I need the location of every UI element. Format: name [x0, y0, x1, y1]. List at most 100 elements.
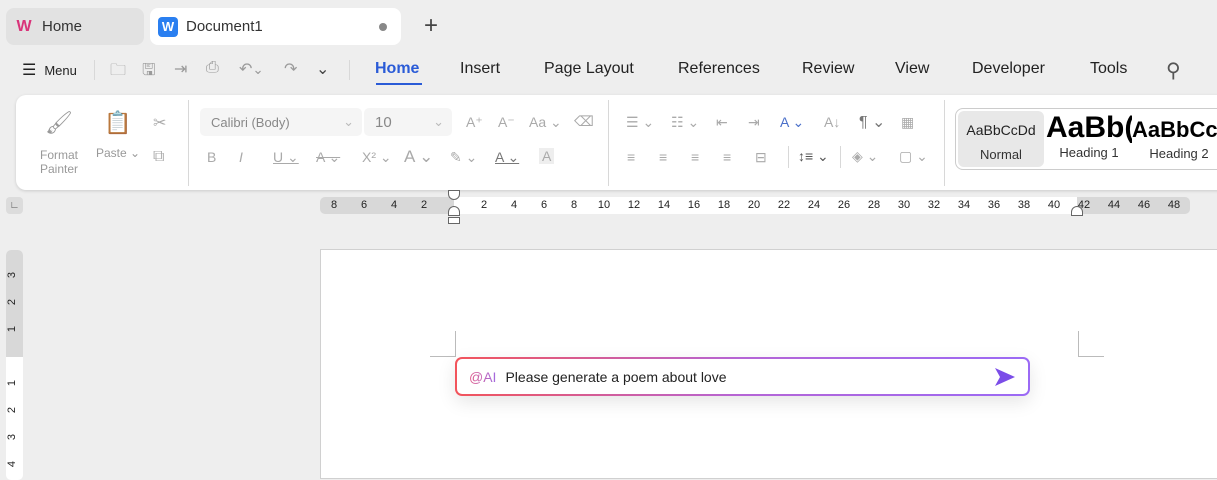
numbering-icon[interactable]: ☷ ⌄ — [671, 114, 699, 131]
copy-icon[interactable]: ⧉ — [153, 148, 164, 166]
tab-stop-selector[interactable]: ∟ — [6, 197, 23, 214]
sort-icon[interactable]: A↓ — [824, 114, 840, 130]
send-icon[interactable] — [994, 367, 1016, 387]
tab-document1[interactable]: W Document1 — [150, 8, 401, 45]
ruler-number: 48 — [1167, 199, 1181, 211]
paragraph-marks-icon[interactable]: ¶ ⌄ — [859, 112, 885, 132]
font-color-icon[interactable]: A ⌄ — [495, 149, 519, 166]
paste-icon: 📋 — [104, 110, 132, 135]
superscript-icon[interactable]: X² ⌄ — [362, 149, 392, 166]
font-name-select[interactable]: Calibri (Body) ⌄ — [200, 108, 362, 136]
strikethrough-icon[interactable]: A ⌄ — [316, 149, 340, 166]
highlight-icon[interactable]: ✎ ⌄ — [450, 149, 477, 166]
tab-developer[interactable]: Developer — [972, 60, 1045, 78]
ruler-number: 2 — [6, 298, 19, 306]
distributed-icon[interactable]: ⊟ — [755, 149, 767, 166]
ruler-number: 1 — [6, 325, 19, 333]
ruler-number: 12 — [627, 199, 641, 211]
clear-format-icon[interactable]: ⌫ — [574, 113, 594, 130]
line-spacing-icon[interactable]: ↕≡ ⌄ — [798, 148, 829, 165]
unsaved-indicator-icon — [379, 23, 387, 31]
tab-page-layout[interactable]: Page Layout — [544, 60, 634, 78]
ruler-number: 44 — [1107, 199, 1121, 211]
print-preview-icon[interactable]: ⎙ — [206, 59, 219, 77]
save-icon[interactable]: 🖫 — [142, 59, 156, 86]
underline-icon[interactable]: U ⌄ — [273, 149, 299, 166]
font-size-select[interactable]: 10 ⌄ — [364, 108, 452, 136]
indent-marker-handle[interactable] — [448, 190, 460, 226]
ruler-number: 4 — [510, 199, 518, 211]
new-tab-button[interactable]: + — [424, 12, 438, 40]
ruler-number: 30 — [897, 199, 911, 211]
decrease-indent-icon[interactable]: ⇤ — [716, 114, 728, 131]
export-pdf-icon[interactable]: ⇥ — [174, 59, 187, 79]
ruler-number: 18 — [717, 199, 731, 211]
styles-gallery: AaBbCcDd Normal AaBb( Heading 1 AaBbCc H… — [955, 108, 1217, 170]
ruler-number: 6 — [540, 199, 548, 211]
ruler-number: 1 — [6, 379, 19, 387]
tab-home[interactable]: W Home — [6, 8, 144, 45]
ruler-number: 46 — [1137, 199, 1151, 211]
ruler-number: 3 — [6, 433, 19, 441]
ruler-number: 2 — [6, 406, 19, 414]
customize-icon[interactable]: ⌄ — [316, 59, 329, 79]
italic-icon[interactable]: I — [239, 149, 243, 165]
shrink-font-icon[interactable]: A⁻ — [498, 114, 515, 131]
undo-icon[interactable]: ↶⌄ — [239, 59, 264, 79]
ruler-number: 3 — [6, 271, 19, 279]
ruler-number: 2 — [480, 199, 488, 211]
style-heading-2[interactable]: AaBbCc Heading 2 — [1132, 111, 1217, 167]
tab-tools[interactable]: Tools — [1090, 60, 1127, 78]
borders-icon[interactable]: ▢ ⌄ — [899, 148, 928, 165]
menu-button[interactable]: ☰ Menu — [22, 56, 77, 84]
menu-label: Menu — [44, 62, 77, 78]
redo-icon[interactable]: ↷ — [284, 59, 297, 79]
ruler-number: 4 — [390, 199, 398, 211]
paste-button[interactable]: 📋 Paste ⌄ — [95, 110, 141, 160]
wps-logo-icon: W — [16, 17, 32, 35]
search-icon[interactable]: ⚲ — [1166, 58, 1181, 83]
ruler-number: 32 — [927, 199, 941, 211]
tab-insert[interactable]: Insert — [460, 60, 500, 78]
tab-references[interactable]: References — [678, 60, 760, 78]
style-normal[interactable]: AaBbCcDd Normal — [958, 111, 1044, 167]
ai-prompt-box: @AI Please generate a poem about love — [455, 357, 1030, 396]
open-folder-icon[interactable]: 🗀 — [110, 59, 126, 86]
tab-view[interactable]: View — [895, 60, 929, 78]
ruler-number: 8 — [330, 199, 338, 211]
ruler-number: 36 — [987, 199, 1001, 211]
table-grid-icon[interactable]: ▦ — [901, 114, 914, 131]
hamburger-icon: ☰ — [22, 62, 37, 79]
right-indent-handle[interactable] — [1071, 206, 1083, 216]
bold-icon[interactable]: B — [207, 149, 216, 165]
ai-prefix: @AI — [469, 368, 497, 385]
style-heading-1[interactable]: AaBb( Heading 1 — [1046, 111, 1132, 167]
cut-icon[interactable]: ✂ — [153, 113, 166, 133]
tab-home-menu[interactable]: Home — [375, 60, 419, 78]
ruler-number: 34 — [957, 199, 971, 211]
tab-label: Document1 — [186, 18, 263, 35]
ruler-number: 4 — [6, 460, 19, 468]
bullets-icon[interactable]: ☰ ⌄ — [626, 114, 654, 131]
align-center-icon[interactable]: ≡ — [659, 149, 667, 165]
align-left-icon[interactable]: ≡ — [627, 149, 635, 165]
grow-font-icon[interactable]: A⁺ — [466, 114, 483, 131]
ai-prompt-input[interactable]: Please generate a poem about love — [505, 369, 994, 385]
tab-review[interactable]: Review — [802, 60, 854, 78]
ruler-number: 16 — [687, 199, 701, 211]
ruler-number: 20 — [747, 199, 761, 211]
ruler-number: 26 — [837, 199, 851, 211]
tab-label: Home — [42, 18, 83, 35]
format-painter-button[interactable]: 🖌 Format Painter — [30, 110, 88, 176]
align-right-icon[interactable]: ≡ — [691, 149, 699, 165]
text-direction-icon[interactable]: A ⌄ — [780, 114, 804, 131]
shading-icon[interactable]: ◈ ⌄ — [852, 148, 878, 165]
text-effect-icon[interactable]: A ⌄ — [404, 147, 433, 167]
char-shading-icon[interactable]: A — [539, 148, 555, 164]
change-case-icon[interactable]: Aa ⌄ — [529, 114, 562, 131]
vertical-ruler[interactable]: 3 2 1 1 2 3 4 — [6, 250, 23, 480]
increase-indent-icon[interactable]: ⇥ — [748, 114, 760, 131]
justify-icon[interactable]: ≡ — [723, 149, 731, 165]
ruler-number: 40 — [1047, 199, 1061, 211]
ruler-number: 2 — [420, 199, 428, 211]
